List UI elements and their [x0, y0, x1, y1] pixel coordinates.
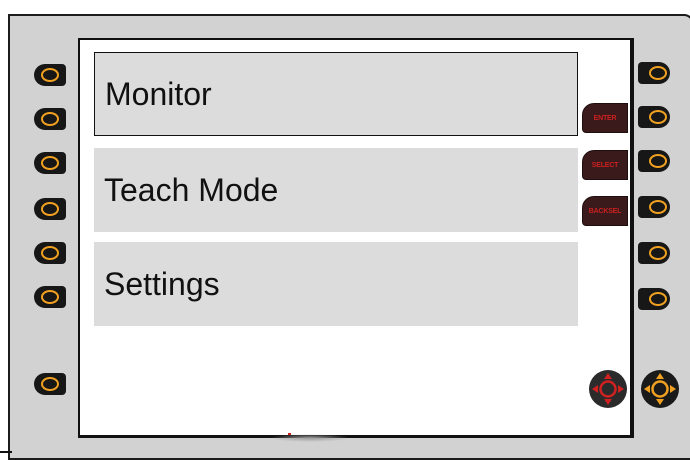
- indicator-dot: [288, 433, 291, 435]
- display-screen: Monitor Teach Mode Settings: [78, 38, 634, 438]
- backsel-soft-key-label: BACKSEL: [588, 207, 622, 215]
- enter-soft-key[interactable]: ENTER: [582, 103, 628, 133]
- right-hw-button-6[interactable]: [638, 288, 670, 310]
- select-soft-key[interactable]: SELECT: [582, 150, 628, 180]
- left-hw-button-6[interactable]: [34, 286, 66, 308]
- dpad-orange-icon[interactable]: [640, 369, 680, 409]
- left-hw-button-2[interactable]: [34, 108, 66, 130]
- backsel-soft-key[interactable]: BACKSEL: [582, 196, 628, 226]
- right-hw-button-1[interactable]: [638, 62, 670, 84]
- dpad-red-icon[interactable]: [588, 369, 628, 409]
- right-hw-button-2[interactable]: [638, 106, 670, 128]
- left-hw-button-5[interactable]: [34, 242, 66, 264]
- menu-item-settings[interactable]: Settings: [94, 242, 578, 326]
- menu-item-label: Teach Mode: [104, 171, 279, 208]
- menu-item-monitor[interactable]: Monitor: [94, 52, 578, 136]
- right-hw-button-4[interactable]: [638, 196, 670, 218]
- left-hw-button-4[interactable]: [34, 198, 66, 220]
- menu-item-label: Monitor: [105, 75, 212, 112]
- left-hw-button-7[interactable]: [34, 373, 66, 395]
- bottom-edge-line: [0, 451, 12, 453]
- left-hw-button-1[interactable]: [34, 64, 66, 86]
- right-hw-button-5[interactable]: [638, 242, 670, 264]
- select-soft-key-label: SELECT: [591, 161, 619, 169]
- menu-item-label: Settings: [104, 265, 220, 302]
- enter-soft-key-label: ENTER: [593, 114, 617, 122]
- menu-item-teach-mode[interactable]: Teach Mode: [94, 148, 578, 232]
- left-hw-button-3[interactable]: [34, 152, 66, 174]
- bezel-shadow: [270, 434, 350, 442]
- right-hw-button-3[interactable]: [638, 150, 670, 172]
